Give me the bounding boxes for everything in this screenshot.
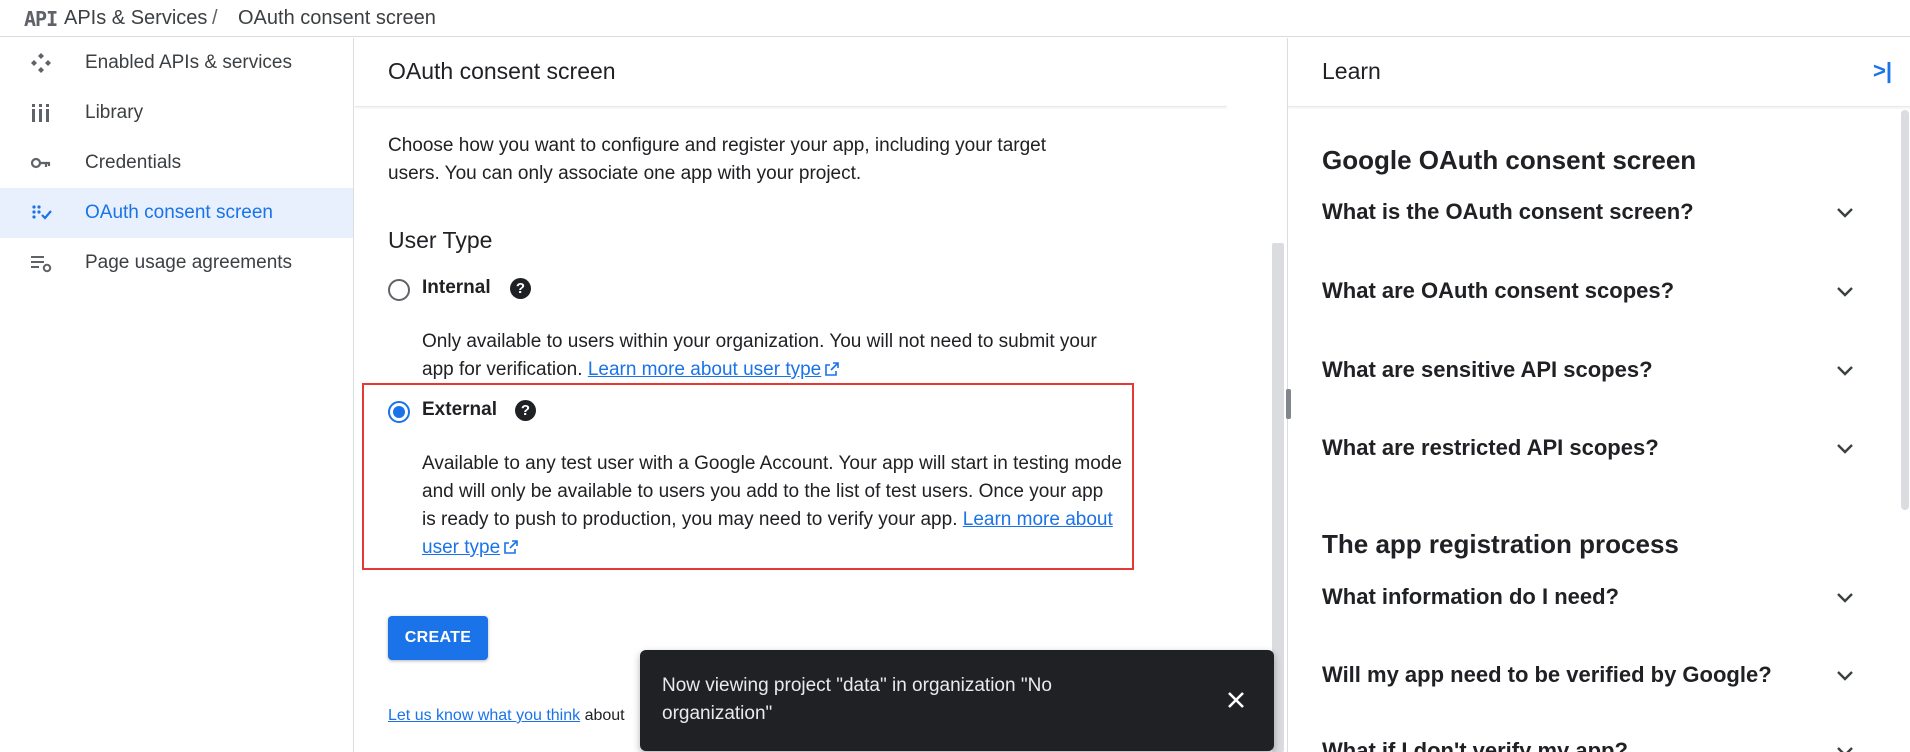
external-link-icon xyxy=(504,540,518,554)
oauth-icon xyxy=(28,200,54,226)
intro-text: Choose how you want to configure and reg… xyxy=(388,135,1047,184)
chevron-down-icon[interactable] xyxy=(1833,358,1857,382)
external-radio[interactable] xyxy=(388,401,410,423)
api-logo[interactable]: API xyxy=(24,7,58,31)
learn-divider xyxy=(1288,106,1910,107)
main-content: OAuth consent screen Choose how you want… xyxy=(355,38,1287,752)
section-heading: Google OAuth consent screen xyxy=(1322,145,1697,175)
close-panel-icon[interactable]: >| xyxy=(1873,58,1892,84)
chevron-down-icon[interactable] xyxy=(1833,663,1857,687)
sidebar-item-label: OAuth consent screen xyxy=(85,202,273,223)
sidebar-item-label: Credentials xyxy=(85,152,182,173)
page-title: OAuth consent screen xyxy=(388,58,616,84)
internal-description: Only available to users within your orga… xyxy=(422,331,1097,380)
external-label[interactable]: External xyxy=(422,399,497,421)
feedback-link[interactable]: Let us know what you think xyxy=(388,707,580,724)
internal-radio[interactable] xyxy=(388,279,410,301)
external-link-icon xyxy=(825,362,840,376)
sidebar-item-oauth-consent[interactable]: OAuth consent screen xyxy=(0,188,353,238)
sidebar-item-library[interactable]: Library xyxy=(0,88,353,138)
feedback-text: Let us know what you think about xyxy=(388,707,625,725)
breadcrumb-apis-services[interactable]: APIs & Services xyxy=(64,7,207,30)
learn-scrollbar[interactable] xyxy=(1901,110,1909,510)
close-icon[interactable] xyxy=(1224,688,1248,712)
sidebar-item-page-usage[interactable]: Page usage agreements xyxy=(0,238,353,288)
internal-label[interactable]: Internal xyxy=(422,277,491,299)
faq-item[interactable]: What is the OAuth consent screen? xyxy=(1322,199,1862,225)
learn-title: Learn xyxy=(1322,58,1381,84)
faq-item[interactable]: What information do I need? xyxy=(1322,584,1862,610)
external-help-icon[interactable]: ? xyxy=(515,400,536,421)
faq-item[interactable]: Will my app need to be verified by Googl… xyxy=(1322,662,1862,688)
feedback-tail: about xyxy=(584,707,625,724)
external-description: Available to any test user with a Google… xyxy=(422,453,1122,558)
header-divider xyxy=(355,106,1227,107)
settings-list-icon xyxy=(28,250,54,276)
chevron-down-icon[interactable] xyxy=(1833,200,1857,224)
snackbar: Now viewing project "data" in organizati… xyxy=(640,650,1274,751)
breadcrumb-separator: / xyxy=(212,7,218,29)
snackbar-text: Now viewing project "data" in organizati… xyxy=(662,675,1052,724)
sidebar-item-label: Library xyxy=(85,102,144,123)
faq-item[interactable]: What are OAuth consent scopes? xyxy=(1322,278,1862,304)
chevron-down-icon[interactable] xyxy=(1833,585,1857,609)
sidebar: Enabled APIs & services Library Credenti… xyxy=(0,38,354,752)
sidebar-item-credentials[interactable]: Credentials xyxy=(0,138,353,188)
chevron-down-icon[interactable] xyxy=(1833,436,1857,460)
internal-help-icon[interactable]: ? xyxy=(510,278,531,299)
sidebar-item-enabled-apis[interactable]: Enabled APIs & services xyxy=(0,38,353,88)
faq-item[interactable]: What are restricted API scopes? xyxy=(1322,435,1862,461)
sidebar-item-label: Page usage agreements xyxy=(85,252,293,273)
chevron-down-icon[interactable] xyxy=(1833,739,1857,752)
learn-panel: Learn >| Google OAuth consent screen Wha… xyxy=(1286,38,1910,752)
library-icon xyxy=(28,100,54,126)
breadcrumb-current-page: OAuth consent screen xyxy=(238,7,436,29)
faq-item[interactable]: What if I don't verify my app? xyxy=(1322,738,1862,752)
sidebar-item-label: Enabled APIs & services xyxy=(85,52,292,73)
key-icon xyxy=(28,150,54,176)
faq-item[interactable]: What are sensitive API scopes? xyxy=(1322,357,1862,383)
chevron-down-icon[interactable] xyxy=(1833,279,1857,303)
top-bar: API APIs & Services / OAuth consent scre… xyxy=(0,0,1910,37)
create-button[interactable]: CREATE xyxy=(388,616,488,660)
panel-resize-handle[interactable] xyxy=(1286,389,1291,419)
user-type-heading: User Type xyxy=(388,227,493,253)
internal-learn-more-link[interactable]: Learn more about user type xyxy=(588,359,840,380)
section-heading: The app registration process xyxy=(1322,529,1679,559)
enabled-apis-icon xyxy=(28,50,54,76)
